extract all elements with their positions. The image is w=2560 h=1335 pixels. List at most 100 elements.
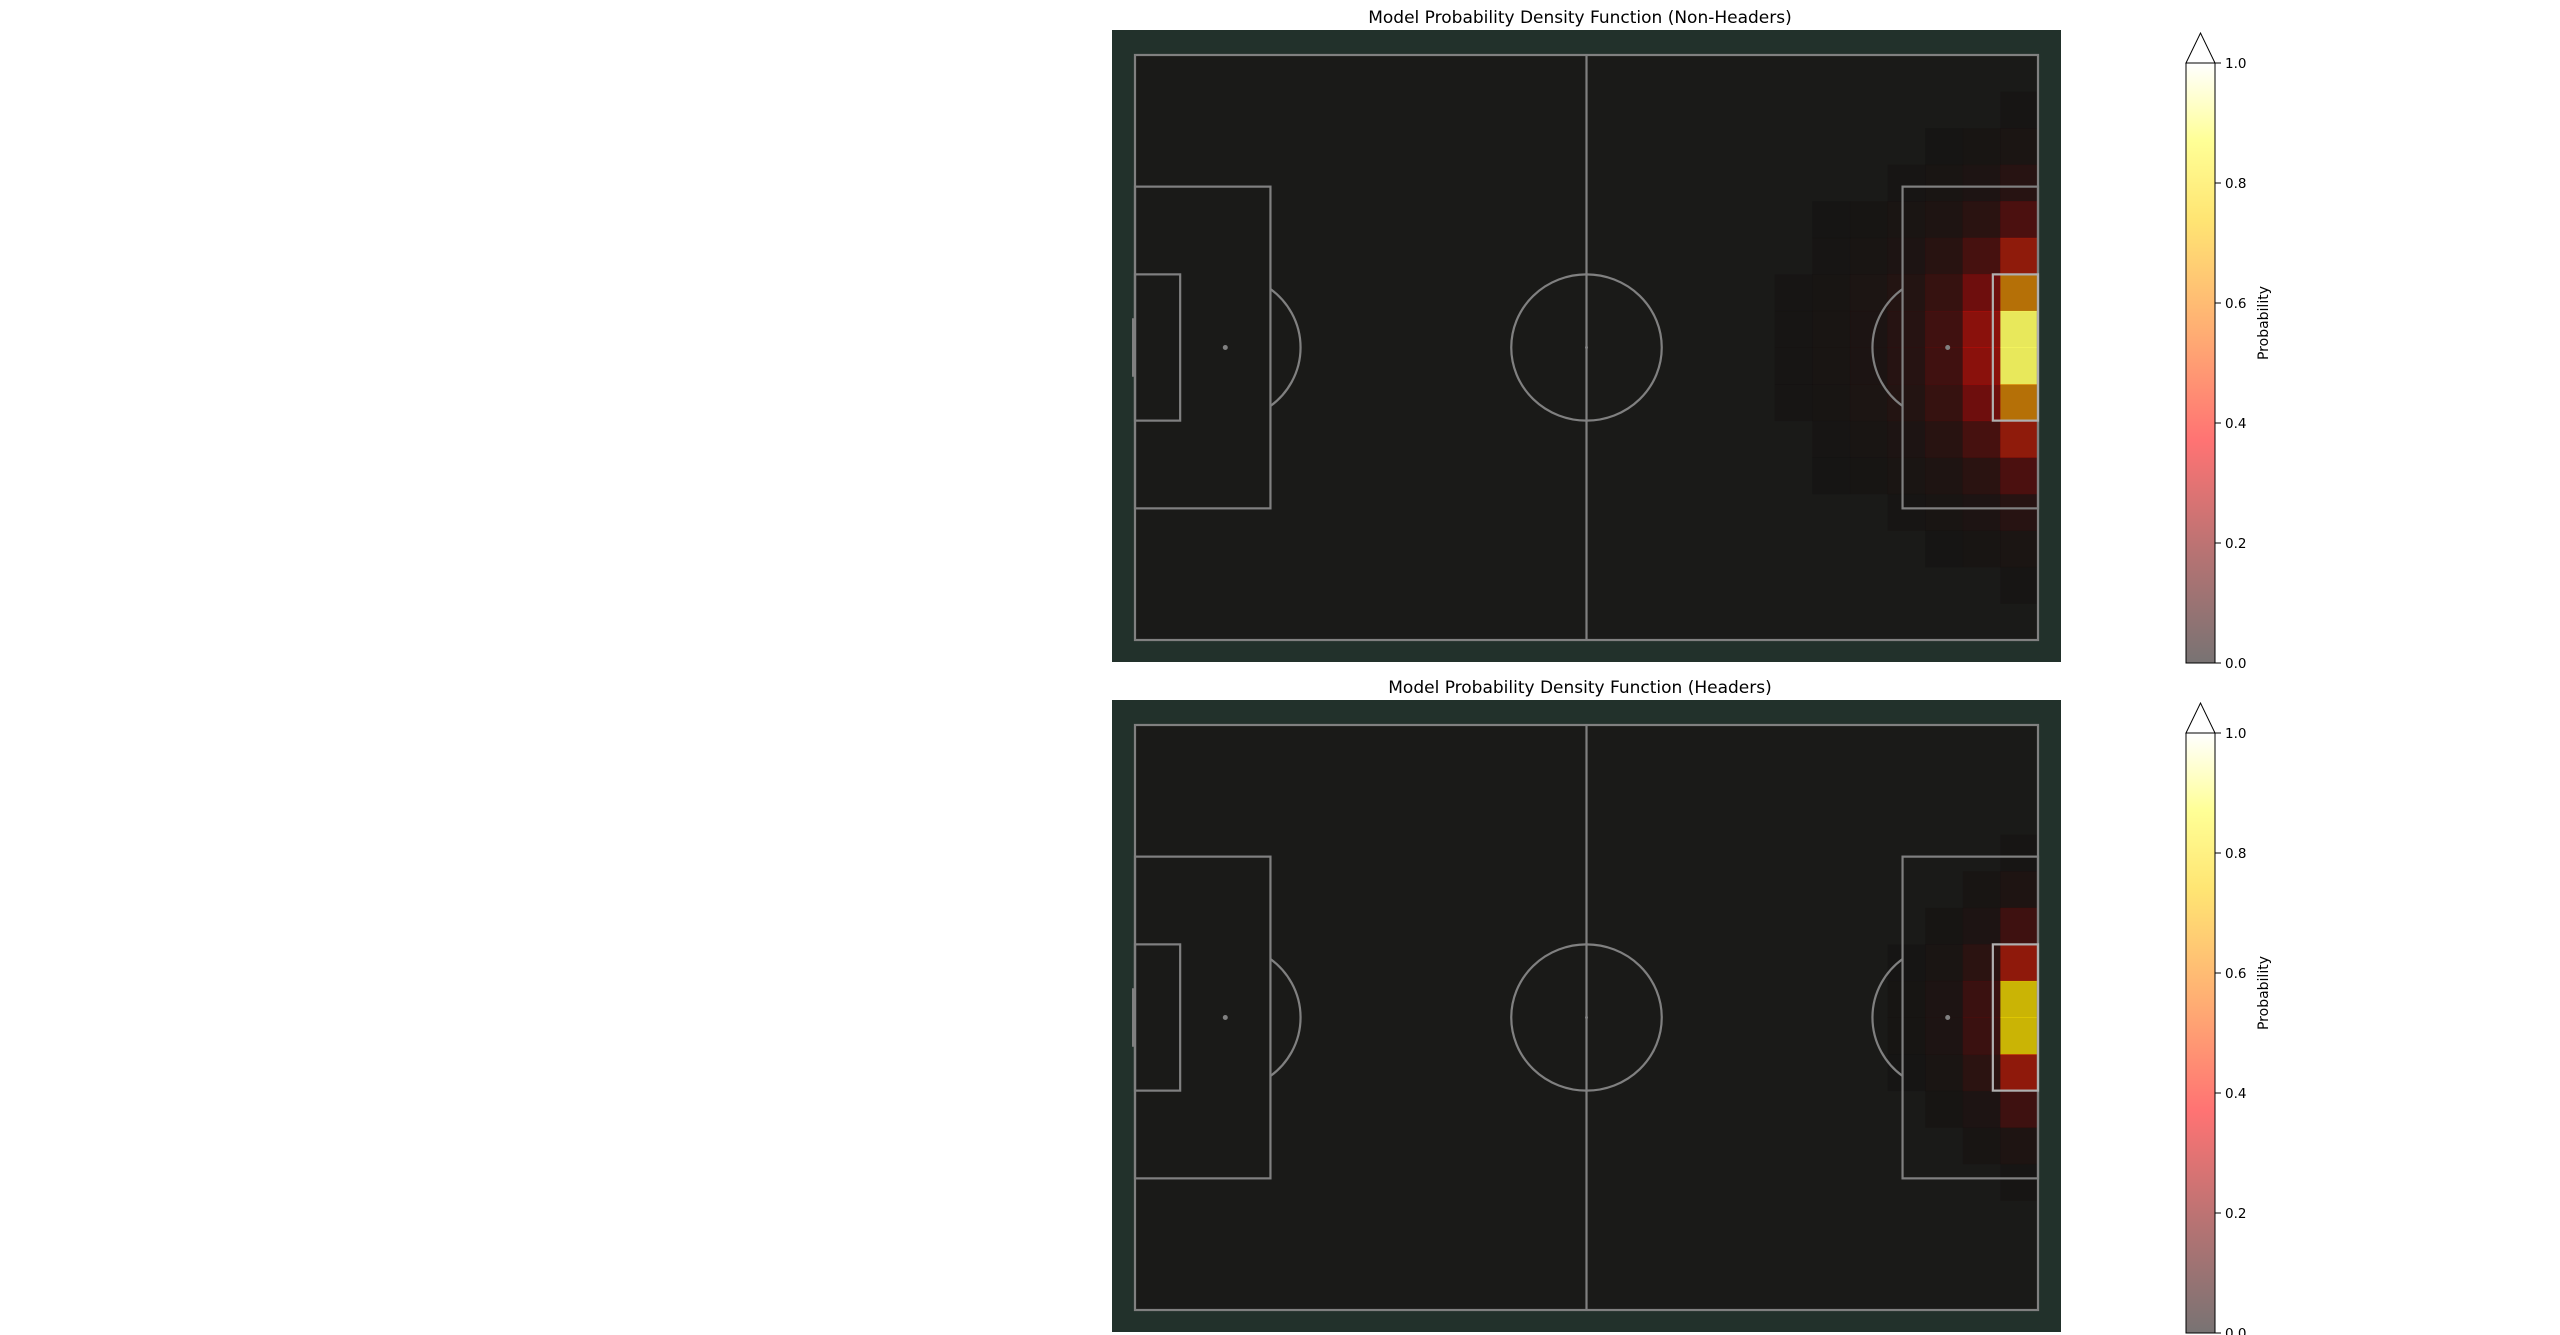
heatmap-cell bbox=[1887, 274, 1926, 312]
heatmap-cell bbox=[2000, 384, 2039, 422]
heatmap-cell bbox=[1812, 201, 1851, 239]
heatmap-cell bbox=[1812, 347, 1851, 385]
heatmap-cell bbox=[2000, 566, 2039, 604]
heatmap-cell bbox=[1925, 237, 1964, 275]
heatmap-cell bbox=[2000, 1163, 2039, 1201]
heatmap-cell bbox=[1962, 237, 2001, 275]
colorbar-tick-label: 0.2 bbox=[2225, 1206, 2246, 1222]
heatmap-cell bbox=[1887, 1054, 1926, 1092]
heatmap-cell bbox=[1962, 310, 2001, 348]
heatmap-cell bbox=[1887, 420, 1926, 458]
heatmap-cell bbox=[1849, 237, 1889, 275]
colorbar-tick-label: 0.0 bbox=[2225, 656, 2246, 672]
goal-left bbox=[1132, 318, 1135, 377]
heatmap-cell bbox=[1925, 980, 1964, 1018]
heatmap-cell bbox=[1962, 1054, 2001, 1092]
heatmap-cell bbox=[1962, 420, 2001, 458]
heatmap-cell bbox=[2000, 237, 2039, 275]
panel-headers: Model Probability Density Function (Head… bbox=[1112, 678, 2272, 1335]
heatmap-cell bbox=[1925, 457, 1964, 495]
penalty-spot-left bbox=[1222, 345, 1228, 350]
colorbar-tick-label: 0.4 bbox=[2225, 1086, 2246, 1102]
heatmap-cell bbox=[1925, 1017, 1964, 1055]
heatmap-cell bbox=[1849, 457, 1889, 495]
heatmap-cell bbox=[1925, 1054, 1964, 1092]
heatmap-cell bbox=[1774, 310, 1813, 348]
heatmap-cell bbox=[1925, 420, 1964, 458]
heatmap-cell bbox=[1774, 274, 1813, 312]
heatmap-cell bbox=[1962, 457, 2001, 495]
figure: Model Probability Density Function (Non-… bbox=[1112, 8, 2272, 1335]
colorbar-tick-label: 0.8 bbox=[2225, 176, 2246, 192]
heatmap-cell bbox=[1887, 164, 1926, 202]
heatmap-cell bbox=[1887, 201, 1926, 239]
heatmap-cell bbox=[1962, 164, 2001, 202]
heatmap-cell bbox=[2000, 493, 2039, 531]
heatmap-cell bbox=[1812, 420, 1851, 458]
heatmap-cell bbox=[1849, 310, 1889, 348]
penalty-spot-right bbox=[1945, 345, 1951, 350]
heatmap-cell bbox=[2000, 530, 2039, 568]
heatmap-cell bbox=[1962, 347, 2001, 385]
heatmap-cell bbox=[2000, 201, 2039, 239]
heatmap-cell bbox=[1962, 871, 2001, 909]
heatmap-cell bbox=[1962, 1017, 2001, 1055]
heatmap-cell bbox=[2000, 907, 2039, 945]
heatmap-cell bbox=[1962, 201, 2001, 239]
heatmap-cell bbox=[1849, 274, 1889, 312]
center-spot bbox=[1585, 1016, 1588, 1019]
heatmap-cell bbox=[1812, 310, 1851, 348]
chart-title: Model Probability Density Function (Head… bbox=[1388, 678, 1771, 698]
heatmap-cell bbox=[1962, 1127, 2001, 1165]
heatmap-cell bbox=[1849, 347, 1889, 385]
heatmap-cell bbox=[1774, 384, 1813, 422]
heatmap-cell bbox=[1887, 944, 1926, 982]
heatmap-cell bbox=[1925, 493, 1964, 531]
heatmap-cell bbox=[1812, 384, 1851, 422]
heatmap-cell bbox=[1812, 457, 1851, 495]
heatmap-cell bbox=[1925, 384, 1964, 422]
colorbar-label: Probability bbox=[2256, 956, 2272, 1030]
colorbar-tick-label: 0.8 bbox=[2225, 846, 2246, 862]
heatmap-cell bbox=[2000, 164, 2039, 202]
heatmap-cell bbox=[2000, 91, 2039, 129]
heatmap-cell bbox=[1925, 1090, 1964, 1128]
heatmap-cell bbox=[2000, 980, 2039, 1018]
heatmap-cell bbox=[1887, 493, 1926, 531]
heatmap-cell bbox=[1962, 384, 2001, 422]
heatmap-cell bbox=[1849, 201, 1889, 239]
heatmap-cell bbox=[1887, 384, 1926, 422]
colorbar-tick-label: 0.6 bbox=[2225, 966, 2246, 982]
colorbar-bar bbox=[2186, 733, 2215, 1333]
heatmap-cell bbox=[1812, 237, 1851, 275]
chart-title: Model Probability Density Function (Non-… bbox=[1368, 8, 1792, 28]
colorbar-bar bbox=[2186, 63, 2215, 663]
heatmap-cell bbox=[2000, 1017, 2039, 1055]
colorbar-label: Probability bbox=[2256, 286, 2272, 360]
heatmap-cell bbox=[1962, 980, 2001, 1018]
heatmap-cell bbox=[1925, 164, 1964, 202]
panel-non-headers: Model Probability Density Function (Non-… bbox=[1112, 8, 2272, 672]
colorbar-extend-arrow bbox=[2185, 701, 2216, 734]
colorbar-tick-label: 0.6 bbox=[2225, 296, 2246, 312]
heatmap-cell bbox=[1887, 347, 1926, 385]
heatmap-cell bbox=[1925, 944, 1964, 982]
heatmap-cell bbox=[1925, 530, 1964, 568]
heatmap-cell bbox=[1849, 384, 1889, 422]
heatmap-cell bbox=[1962, 907, 2001, 945]
heatmap-cell bbox=[2000, 128, 2039, 166]
heatmap-cell bbox=[1925, 347, 1964, 385]
heatmap-cell bbox=[1849, 420, 1889, 458]
heatmap-cell bbox=[1887, 237, 1926, 275]
heatmap-cell bbox=[2000, 310, 2039, 348]
heatmap-cell bbox=[1887, 310, 1926, 348]
center-spot bbox=[1585, 346, 1588, 349]
heatmap-cell bbox=[2000, 457, 2039, 495]
colorbar-tick-label: 0.4 bbox=[2225, 416, 2246, 432]
heatmap-cell bbox=[1925, 310, 1964, 348]
goal-left bbox=[1132, 988, 1135, 1047]
penalty-spot-left bbox=[1222, 1015, 1228, 1020]
heatmap-cell bbox=[1962, 274, 2001, 312]
colorbar-tick-label: 1.0 bbox=[2225, 726, 2246, 742]
colorbar-tick-label: 1.0 bbox=[2225, 56, 2246, 72]
